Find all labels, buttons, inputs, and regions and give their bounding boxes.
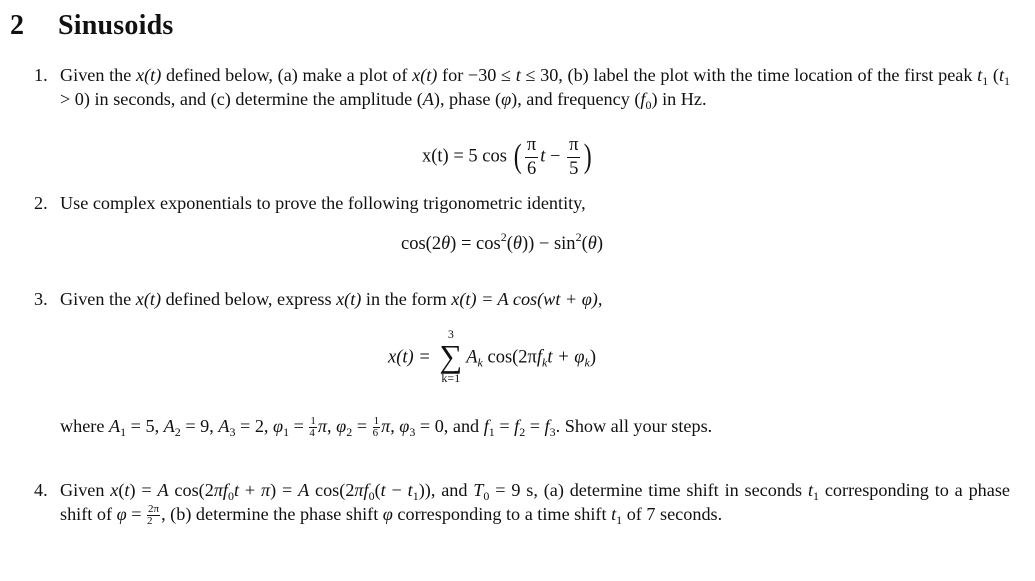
problem-text: Given the x(t) defined below, (a) make a… <box>60 65 1011 112</box>
problem-label: 3. <box>34 289 48 309</box>
equation-3: x(t) = 3 ∑ k=1 Ak cos(2πfkt + φk) <box>388 327 596 385</box>
section-number: 2 <box>10 10 25 41</box>
summation: 3 ∑ k=1 <box>439 327 463 385</box>
where-text: where A1 = 5, A2 = 9, A3 = 2, φ1 = 1 4 π, … <box>60 414 713 440</box>
problem-text: Given the x(t) defined below, express x(… <box>60 289 603 309</box>
equation-1: x(t) = 5 cos (π 6 t − π 5) <box>422 135 593 179</box>
equation-2: cos(2θ) = cos2(θ)) − sin2(θ) <box>401 230 603 254</box>
problem-text: Given x(t) = A cos(2πf0t + π) = A cos(2π… <box>60 480 1010 528</box>
section-title: Sinusoids <box>58 10 174 41</box>
problem-label: 4. <box>34 480 48 500</box>
problem-label: 1. <box>34 65 48 85</box>
problem-label: 2. <box>34 193 48 213</box>
problem-text: Use complex exponentials to prove the fo… <box>60 193 586 213</box>
section-heading: 2 Sinusoids <box>10 10 173 42</box>
document-page: 2 Sinusoids 1. Given the x(t) defined bel… <box>0 0 1035 581</box>
